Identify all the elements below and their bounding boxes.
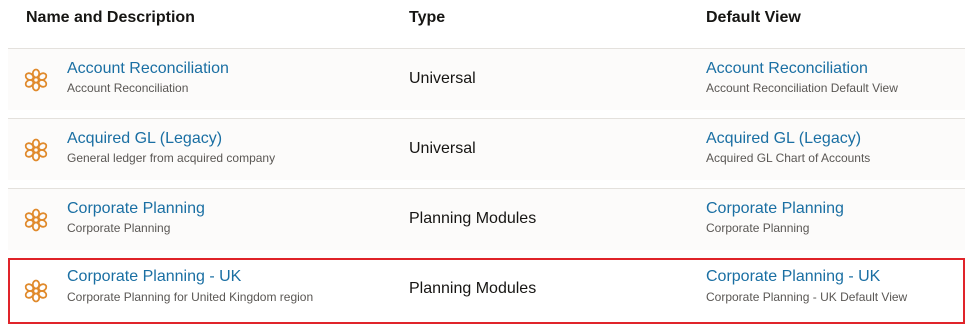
- default-view-link[interactable]: Acquired GL (Legacy): [706, 130, 861, 148]
- application-name-link[interactable]: Acquired GL (Legacy): [67, 130, 222, 148]
- application-type: Planning Modules: [409, 210, 537, 227]
- column-header-name[interactable]: Name and Description: [26, 9, 195, 27]
- applications-table: Name and Description Type Default View A…: [0, 0, 965, 324]
- default-view-link[interactable]: Account Reconciliation: [706, 60, 868, 78]
- application-flower-icon: [23, 208, 49, 232]
- application-name-link[interactable]: Corporate Planning - UK: [67, 268, 241, 286]
- application-description: Corporate Planning: [67, 221, 171, 235]
- application-type: Planning Modules: [409, 280, 537, 297]
- default-view-description: Acquired GL Chart of Accounts: [706, 151, 871, 165]
- table-row[interactable]: Acquired GL (Legacy) General ledger from…: [8, 118, 965, 180]
- column-header-type[interactable]: Type: [409, 9, 445, 27]
- column-header-default-view[interactable]: Default View: [706, 9, 801, 27]
- table-row-highlighted[interactable]: Corporate Planning - UK Corporate Planni…: [8, 258, 965, 324]
- default-view-description: Account Reconciliation Default View: [706, 81, 898, 95]
- application-description: Corporate Planning for United Kingdom re…: [67, 290, 314, 304]
- default-view-description: Corporate Planning: [706, 221, 810, 235]
- application-type: Universal: [409, 140, 476, 157]
- default-view-description: Corporate Planning - UK Default View: [706, 290, 908, 304]
- table-header: Name and Description Type Default View: [0, 0, 965, 40]
- table-row[interactable]: Account Reconciliation Account Reconcili…: [8, 48, 965, 110]
- application-type: Universal: [409, 70, 476, 87]
- application-name-link[interactable]: Account Reconciliation: [67, 60, 229, 78]
- application-description: Account Reconciliation: [67, 81, 189, 95]
- application-description: General ledger from acquired company: [67, 151, 276, 165]
- table-row[interactable]: Corporate Planning Corporate Planning Pl…: [8, 188, 965, 250]
- application-name-link[interactable]: Corporate Planning: [67, 200, 205, 218]
- default-view-link[interactable]: Corporate Planning: [706, 200, 844, 218]
- application-flower-icon: [23, 279, 49, 303]
- application-flower-icon: [23, 68, 49, 92]
- application-flower-icon: [23, 138, 49, 162]
- default-view-link[interactable]: Corporate Planning - UK: [706, 268, 880, 286]
